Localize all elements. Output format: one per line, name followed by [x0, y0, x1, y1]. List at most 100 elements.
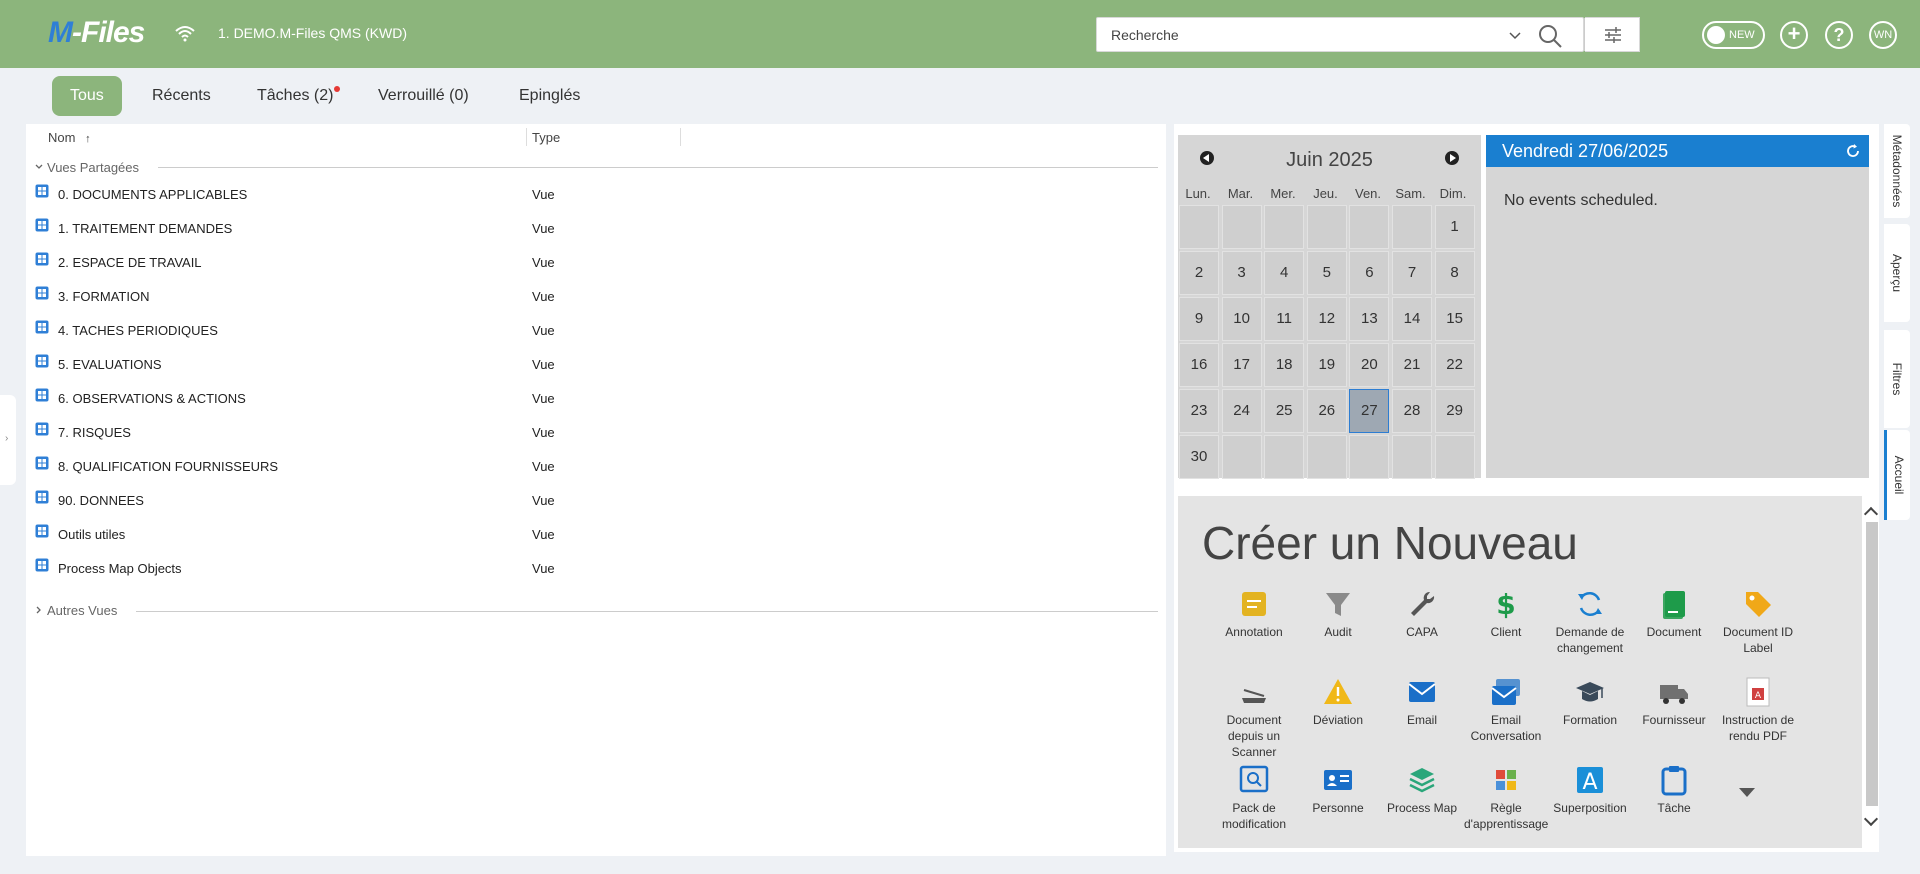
calendar-day[interactable]: 14 — [1392, 297, 1432, 341]
calendar-day[interactable]: 19 — [1306, 343, 1347, 387]
create-item[interactable]: Audit — [1296, 588, 1380, 640]
scroll-down-icon[interactable] — [1863, 811, 1879, 827]
calendar-day[interactable]: 12 — [1306, 297, 1347, 341]
side-tab-accueil[interactable]: Accueil — [1884, 430, 1910, 520]
calendar-day[interactable]: 22 — [1434, 343, 1475, 387]
calendar-day[interactable]: 23 — [1179, 389, 1219, 433]
left-pane-toggle[interactable]: › — [0, 395, 16, 485]
calendar-day[interactable]: 1 — [1434, 205, 1475, 249]
next-month-icon[interactable] — [1445, 151, 1459, 165]
calendar-day[interactable] — [1221, 435, 1262, 479]
list-item[interactable]: 90. DONNEES Vue — [26, 482, 1156, 516]
list-item[interactable]: 1. TRAITEMENT DEMANDES Vue — [26, 210, 1156, 244]
create-item[interactable]: A Superposition — [1548, 764, 1632, 816]
chevron-down-icon[interactable] — [1507, 27, 1523, 43]
calendar-day[interactable]: 7 — [1392, 251, 1432, 295]
calendar-day[interactable] — [1306, 205, 1347, 249]
scroll-up-icon[interactable] — [1863, 506, 1879, 522]
create-item[interactable]: $ Client — [1464, 588, 1548, 640]
m-files-logo[interactable]: M-Files — [48, 16, 145, 50]
calendar-day[interactable]: 28 — [1392, 389, 1432, 433]
calendar-day[interactable]: 4 — [1264, 251, 1305, 295]
calendar-day[interactable]: 18 — [1264, 343, 1305, 387]
list-item[interactable]: 0. DOCUMENTS APPLICABLES Vue — [26, 176, 1156, 210]
create-scrollbar[interactable] — [1863, 504, 1879, 838]
calendar-day[interactable] — [1221, 205, 1262, 249]
calendar-day[interactable] — [1264, 205, 1305, 249]
list-item[interactable]: 8. QUALIFICATION FOURNISSEURS Vue — [26, 448, 1156, 482]
calendar-day[interactable] — [1179, 205, 1219, 249]
group-autres-vues[interactable]: Autres Vues — [34, 603, 117, 618]
calendar-day[interactable] — [1349, 435, 1390, 479]
more-items-icon[interactable] — [1739, 788, 1755, 797]
calendar-day[interactable]: 8 — [1434, 251, 1475, 295]
tab-tous[interactable]: Tous — [52, 76, 122, 116]
create-item[interactable]: Document ID Label — [1716, 588, 1800, 656]
vault-name[interactable]: 1. DEMO.M-Files QMS (KWD) — [218, 25, 407, 41]
calendar-day[interactable] — [1306, 435, 1347, 479]
help-button[interactable]: ? — [1825, 21, 1853, 49]
list-item[interactable]: 2. ESPACE DE TRAVAIL Vue — [26, 244, 1156, 278]
column-divider[interactable] — [680, 128, 681, 146]
calendar-day[interactable]: 17 — [1221, 343, 1262, 387]
calendar-day[interactable]: 10 — [1221, 297, 1262, 341]
calendar-day[interactable]: 29 — [1434, 389, 1475, 433]
calendar-day[interactable]: 3 — [1221, 251, 1262, 295]
search-icon[interactable] — [1537, 23, 1563, 49]
tab-verrouille[interactable]: Verrouillé (0) — [378, 76, 469, 116]
calendar-day[interactable] — [1434, 435, 1475, 479]
create-item[interactable]: CAPA — [1380, 588, 1464, 640]
create-item[interactable]: A Instruction de rendu PDF — [1716, 676, 1800, 744]
calendar-day[interactable] — [1392, 205, 1432, 249]
list-item[interactable]: 6. OBSERVATIONS & ACTIONS Vue — [26, 380, 1156, 414]
calendar-day[interactable]: 9 — [1179, 297, 1219, 341]
create-item[interactable]: Fournisseur — [1632, 676, 1716, 728]
list-item[interactable]: Process Map Objects Vue — [26, 550, 1156, 584]
search-filter-button[interactable] — [1585, 17, 1640, 52]
tab-epingles[interactable]: Epinglés — [519, 76, 580, 116]
side-tab-apercu[interactable]: Aperçu — [1884, 224, 1910, 322]
list-item[interactable]: 3. FORMATION Vue — [26, 278, 1156, 312]
list-item[interactable]: 5. EVALUATIONS Vue — [26, 346, 1156, 380]
create-item[interactable]: Document — [1632, 588, 1716, 640]
calendar-day[interactable] — [1349, 205, 1390, 249]
group-vues-partagees[interactable]: Vues Partagées — [34, 160, 139, 175]
calendar-day-today[interactable]: 27 — [1349, 389, 1390, 433]
list-item[interactable]: 7. RISQUES Vue — [26, 414, 1156, 448]
create-button[interactable]: + — [1780, 21, 1808, 49]
list-item[interactable]: 4. TACHES PERIODIQUES Vue — [26, 312, 1156, 346]
create-item[interactable]: Document depuis un Scanner — [1212, 676, 1296, 760]
create-item[interactable]: Process Map — [1380, 764, 1464, 816]
refresh-icon[interactable] — [1845, 143, 1861, 159]
column-name-header[interactable]: Nom ↑ — [48, 130, 91, 145]
create-item[interactable]: Email Conversation — [1464, 676, 1548, 744]
calendar-day[interactable]: 25 — [1264, 389, 1305, 433]
calendar-day[interactable]: 24 — [1221, 389, 1262, 433]
create-item[interactable]: Règle d'apprentissage — [1464, 764, 1548, 832]
side-tab-metadonnees[interactable]: Métadonnées — [1884, 124, 1910, 218]
side-tab-filtres[interactable]: Filtres — [1884, 330, 1910, 428]
calendar-day[interactable]: 13 — [1349, 297, 1390, 341]
calendar-day[interactable]: 6 — [1349, 251, 1390, 295]
tab-recents[interactable]: Récents — [152, 76, 211, 116]
column-divider[interactable] — [526, 128, 527, 146]
tab-taches[interactable]: Tâches (2) — [257, 76, 341, 116]
calendar-day[interactable]: 21 — [1392, 343, 1432, 387]
create-item[interactable]: Annotation — [1212, 588, 1296, 640]
search-input[interactable] — [1097, 18, 1507, 51]
create-item[interactable]: Pack de modification — [1212, 764, 1296, 832]
calendar-day[interactable]: 20 — [1349, 343, 1390, 387]
calendar-day[interactable]: 16 — [1179, 343, 1219, 387]
calendar-day[interactable] — [1392, 435, 1432, 479]
calendar-day[interactable]: 11 — [1264, 297, 1305, 341]
user-avatar[interactable]: WN — [1869, 21, 1897, 49]
column-type-header[interactable]: Type — [532, 130, 560, 145]
list-item[interactable]: Outils utiles Vue — [26, 516, 1156, 550]
calendar-day[interactable]: 5 — [1306, 251, 1347, 295]
calendar-day[interactable]: 2 — [1179, 251, 1219, 295]
create-item[interactable]: Personne — [1296, 764, 1380, 816]
create-item[interactable]: Formation — [1548, 676, 1632, 728]
calendar-day[interactable]: 15 — [1434, 297, 1475, 341]
calendar-day[interactable] — [1264, 435, 1305, 479]
create-item[interactable]: Tâche — [1632, 764, 1716, 816]
